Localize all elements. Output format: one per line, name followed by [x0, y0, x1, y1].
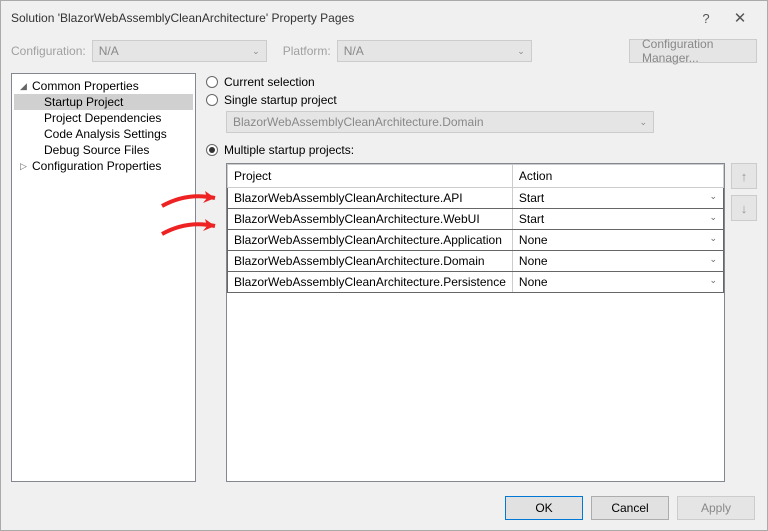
radio-icon — [206, 94, 218, 106]
cell-project[interactable]: BlazorWebAssemblyCleanArchitecture.Domai… — [228, 251, 513, 272]
radio-single-startup[interactable]: Single startup project — [206, 91, 757, 109]
tree-view[interactable]: ◢ Common Properties Startup Project Proj… — [11, 73, 196, 482]
chevron-down-icon: ⌄ — [709, 254, 717, 265]
projects-table-container: Project Action BlazorWebAssemblyCleanArc… — [226, 163, 725, 482]
col-action[interactable]: Action — [512, 165, 723, 188]
chevron-down-icon: ⌄ — [709, 212, 717, 223]
cell-action-dropdown[interactable]: None⌄ — [512, 230, 723, 251]
cancel-button[interactable]: Cancel — [591, 496, 669, 520]
configuration-label: Configuration: — [11, 44, 86, 58]
cell-action-dropdown[interactable]: Start⌄ — [512, 209, 723, 230]
tree-project-dependencies[interactable]: Project Dependencies — [14, 110, 193, 126]
cell-project[interactable]: BlazorWebAssemblyCleanArchitecture.API — [228, 188, 513, 209]
cell-project[interactable]: BlazorWebAssemblyCleanArchitecture.Persi… — [228, 272, 513, 293]
chevron-down-icon: ⌄ — [639, 117, 647, 128]
window-title: Solution 'BlazorWebAssemblyCleanArchitec… — [11, 11, 689, 25]
config-row: Configuration: N/A ⌄ Platform: N/A ⌄ Con… — [1, 33, 767, 73]
chevron-down-icon: ⌄ — [252, 46, 260, 57]
close-icon[interactable]: ✕ — [723, 9, 757, 27]
table-row[interactable]: BlazorWebAssemblyCleanArchitecture.Persi… — [228, 272, 724, 293]
table-row[interactable]: BlazorWebAssemblyCleanArchitecture.Domai… — [228, 251, 724, 272]
chevron-down-icon: ⌄ — [709, 233, 717, 244]
help-icon[interactable]: ? — [689, 11, 723, 26]
configuration-manager-button: Configuration Manager... — [629, 39, 757, 63]
chevron-down-icon: ⌄ — [517, 46, 525, 57]
projects-table[interactable]: Project Action BlazorWebAssemblyCleanArc… — [227, 164, 724, 293]
move-down-button[interactable]: ↓ — [731, 195, 757, 221]
radio-icon — [206, 76, 218, 88]
configuration-dropdown: N/A ⌄ — [92, 40, 267, 62]
tree-code-analysis[interactable]: Code Analysis Settings — [14, 126, 193, 142]
single-startup-dropdown: BlazorWebAssemblyCleanArchitecture.Domai… — [226, 111, 654, 133]
table-row[interactable]: BlazorWebAssemblyCleanArchitecture.APISt… — [228, 188, 724, 209]
apply-button: Apply — [677, 496, 755, 520]
main-panel: Current selection Single startup project… — [206, 73, 757, 482]
platform-dropdown: N/A ⌄ — [337, 40, 532, 62]
chevron-down-icon: ⌄ — [709, 191, 717, 202]
table-row[interactable]: BlazorWebAssemblyCleanArchitecture.Appli… — [228, 230, 724, 251]
tree-debug-source[interactable]: Debug Source Files — [14, 142, 193, 158]
tree-configuration-properties[interactable]: ▷ Configuration Properties — [14, 158, 193, 174]
cell-project[interactable]: BlazorWebAssemblyCleanArchitecture.Appli… — [228, 230, 513, 251]
chevron-down-icon: ⌄ — [709, 275, 717, 286]
radio-icon — [206, 144, 218, 156]
tree-startup-project[interactable]: Startup Project — [14, 94, 193, 110]
move-up-button[interactable]: ↑ — [731, 163, 757, 189]
platform-label: Platform: — [283, 44, 331, 58]
cell-project[interactable]: BlazorWebAssemblyCleanArchitecture.WebUI — [228, 209, 513, 230]
cell-action-dropdown[interactable]: None⌄ — [512, 272, 723, 293]
table-row[interactable]: BlazorWebAssemblyCleanArchitecture.WebUI… — [228, 209, 724, 230]
collapse-icon: ◢ — [20, 81, 32, 92]
radio-current-selection[interactable]: Current selection — [206, 73, 757, 91]
cell-action-dropdown[interactable]: None⌄ — [512, 251, 723, 272]
col-project[interactable]: Project — [228, 165, 513, 188]
footer: OK Cancel Apply — [1, 488, 767, 530]
expand-icon: ▷ — [20, 161, 32, 172]
radio-multiple-startup[interactable]: Multiple startup projects: — [206, 141, 757, 159]
tree-common-properties[interactable]: ◢ Common Properties — [14, 78, 193, 94]
titlebar: Solution 'BlazorWebAssemblyCleanArchitec… — [1, 1, 767, 33]
cell-action-dropdown[interactable]: Start⌄ — [512, 188, 723, 209]
ok-button[interactable]: OK — [505, 496, 583, 520]
